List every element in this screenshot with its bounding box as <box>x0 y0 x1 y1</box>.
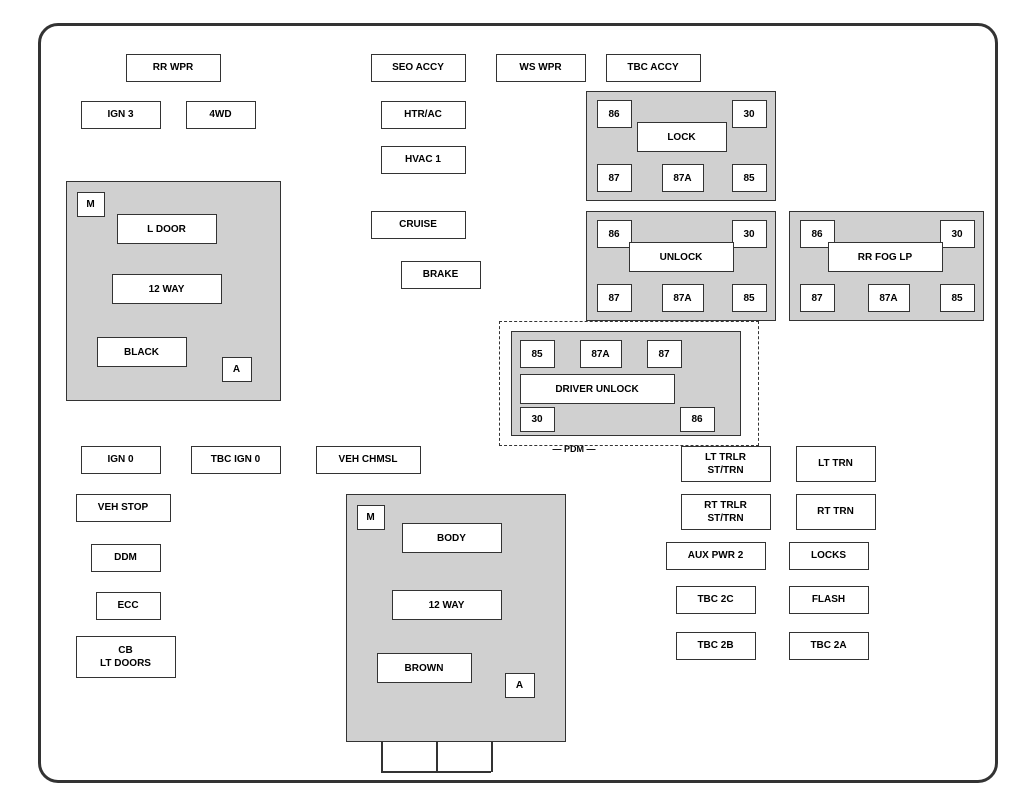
brown-box: BROWN <box>377 653 472 683</box>
tbc-ign0-box: TBC IGN 0 <box>191 446 281 474</box>
cruise-box: CRUISE <box>371 211 466 239</box>
lock-86: 86 <box>597 100 632 128</box>
tbc2a-box: TBC 2A <box>789 632 869 660</box>
pdm-label: — PDM — <box>553 444 596 454</box>
12way-box-ldoor: 12 WAY <box>112 274 222 304</box>
body-connector-left <box>381 742 383 772</box>
a-box-body: A <box>505 673 535 698</box>
tbc2c-box: TBC 2C <box>676 586 756 614</box>
ws-wpr-box: WS WPR <box>496 54 586 82</box>
unlock-label: UNLOCK <box>629 242 734 272</box>
unlock-30: 30 <box>732 220 767 248</box>
ign3-box: IGN 3 <box>81 101 161 129</box>
ldoor-group: M L DOOR 12 WAY BLACK A <box>66 181 281 401</box>
htr-ac-box: HTR/AC <box>381 101 466 129</box>
m-box-body: M <box>357 505 385 530</box>
a-box-ldoor: A <box>222 357 252 382</box>
tbc2b-box: TBC 2B <box>676 632 756 660</box>
fog-85: 85 <box>940 284 975 312</box>
flash-box: FLASH <box>789 586 869 614</box>
fog-87: 87 <box>800 284 835 312</box>
rt-trlr-strn-box: RT TRLRST/TRN <box>681 494 771 530</box>
hvac1-box: HVAC 1 <box>381 146 466 174</box>
lock-87a: 87A <box>662 164 704 192</box>
veh-chmsl-box: VEH CHMSL <box>316 446 421 474</box>
lock-30: 30 <box>732 100 767 128</box>
ecc-box: ECC <box>96 592 161 620</box>
black-box: BLACK <box>97 337 187 367</box>
ldoor-box: L DOOR <box>117 214 217 244</box>
lock-label: LOCK <box>637 122 727 152</box>
lock-85: 85 <box>732 164 767 192</box>
body-connector-h <box>381 771 491 773</box>
veh-stop-box: VEH STOP <box>76 494 171 522</box>
unlock-87: 87 <box>597 284 632 312</box>
m-box-ldoor: M <box>77 192 105 217</box>
fog-87a: 87A <box>868 284 910 312</box>
unlock-relay-group: 86 30 UNLOCK 87 87A 85 <box>586 211 776 321</box>
brake-box: BRAKE <box>401 261 481 289</box>
lt-trn-box: LT TRN <box>796 446 876 482</box>
body-group: M BODY 12 WAY BROWN A <box>346 494 566 742</box>
fog-label: RR FOG LP <box>828 242 943 272</box>
body-connector-right <box>491 742 493 772</box>
locks-box: LOCKS <box>789 542 869 570</box>
lt-trlr-strn-box: LT TRLRST/TRN <box>681 446 771 482</box>
pdm-group <box>499 321 759 446</box>
fuse-diagram: RR WPR SEO ACCY WS WPR TBC ACCY IGN 3 4W… <box>38 23 998 783</box>
ddm-box: DDM <box>91 544 161 572</box>
aux-pwr2-box: AUX PWR 2 <box>666 542 766 570</box>
12way-box-body: 12 WAY <box>392 590 502 620</box>
rt-trn-box: RT TRN <box>796 494 876 530</box>
rr-fog-lp-relay-group: 86 30 RR FOG LP 87 87A 85 <box>789 211 984 321</box>
body-box: BODY <box>402 523 502 553</box>
lock-87: 87 <box>597 164 632 192</box>
unlock-87a: 87A <box>662 284 704 312</box>
ign0-box: IGN 0 <box>81 446 161 474</box>
unlock-86: 86 <box>597 220 632 248</box>
rr-wpr-box: RR WPR <box>126 54 221 82</box>
cb-lt-doors-box: CBLT DOORS <box>76 636 176 678</box>
tbc-accy-box: TBC ACCY <box>606 54 701 82</box>
4wd-box: 4WD <box>186 101 256 129</box>
unlock-85: 85 <box>732 284 767 312</box>
body-connector-line <box>436 742 438 772</box>
lock-relay-group: 86 30 LOCK 87 87A 85 <box>586 91 776 201</box>
seo-accy-box: SEO ACCY <box>371 54 466 82</box>
fog-30: 30 <box>940 220 975 248</box>
